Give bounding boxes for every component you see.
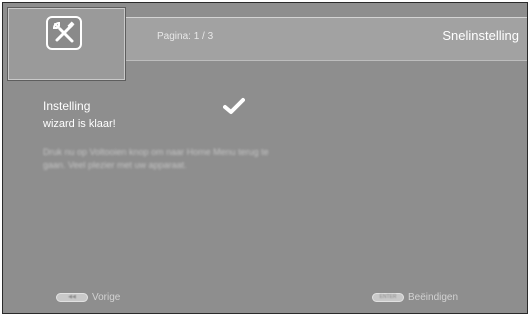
page-title: Snelinstelling <box>442 28 519 43</box>
header-bar: Pagina: 1 / 3 Snelinstelling <box>124 17 527 61</box>
status-subtitle: wizard is klaar! <box>43 118 116 130</box>
back-label: Vorige <box>92 291 121 303</box>
status-title: Instelling <box>43 99 91 113</box>
back-key-label: ◀◀ <box>68 294 76 300</box>
page-indicator: Pagina: 1 / 3 <box>157 31 214 42</box>
enter-key-label: ENTER <box>379 294 397 300</box>
back-key-icon: ◀◀ <box>56 292 88 302</box>
finish-button[interactable]: ENTER Beëindigen <box>372 291 458 303</box>
settings-tools-icon <box>46 16 82 50</box>
completion-message: Druk nu op Voltooien knop om naar Home M… <box>43 147 269 170</box>
back-button[interactable]: ◀◀ Vorige <box>56 291 120 303</box>
setup-wizard-screen: Pagina: 1 / 3 Snelinstelling Instelling … <box>2 2 528 314</box>
enter-key-icon: ENTER <box>372 292 404 302</box>
section-icon-panel <box>7 7 126 81</box>
checkmark-icon <box>223 97 245 120</box>
finish-label: Beëindigen <box>408 291 459 303</box>
